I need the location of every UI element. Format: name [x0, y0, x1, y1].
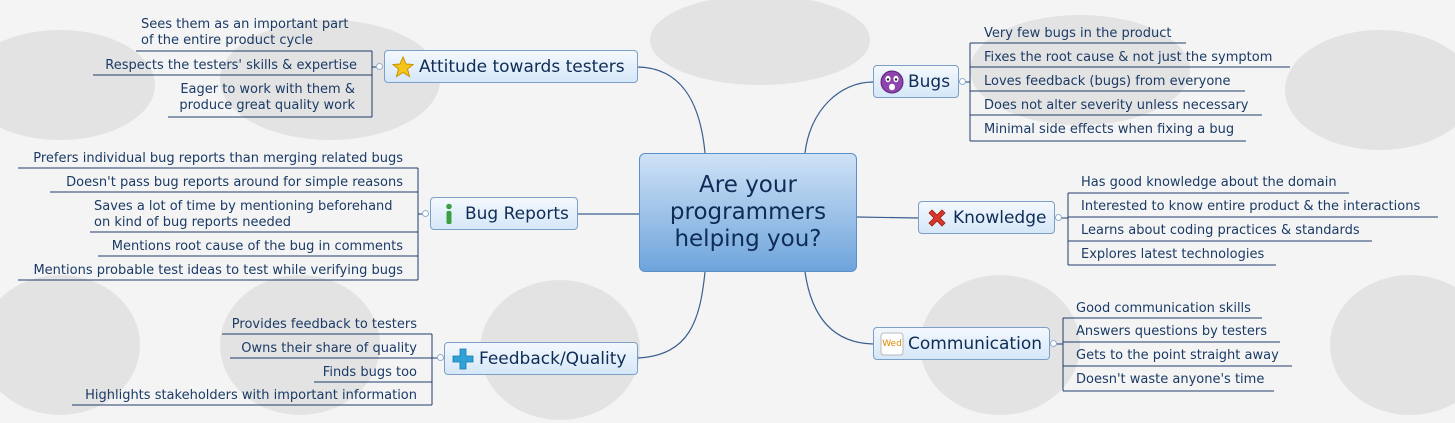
subtopic-item[interactable]: Doesn't pass bug reports around for simp…	[40, 175, 403, 191]
calendar-day-text: Wed	[882, 338, 902, 349]
subtopic-item[interactable]: Sees them as an important part of the en…	[141, 17, 349, 49]
subtopic-item[interactable]: Does not alter severity unless necessary	[984, 98, 1248, 114]
subtopic-item[interactable]: Interested to know entire product & the …	[1081, 199, 1420, 215]
topic-knowledge[interactable]: Knowledge	[918, 201, 1055, 234]
topic-label: Bug Reports	[465, 203, 569, 224]
subtopic-item[interactable]: Finds bugs too	[200, 365, 417, 381]
topic-label: Attitude towards testers	[419, 56, 625, 77]
subtopic-item[interactable]: Fixes the root cause & not just the symp…	[984, 50, 1272, 66]
subtopic-item[interactable]: Learns about coding practices & standard…	[1081, 223, 1360, 239]
subtopic-item[interactable]: Provides feedback to testers	[200, 317, 417, 333]
topic-feedback-quality[interactable]: Feedback/Quality	[444, 342, 638, 375]
subtopic-item[interactable]: Very few bugs in the product	[984, 26, 1172, 42]
subtopic-item[interactable]: Good communication skills	[1076, 301, 1251, 317]
star-icon	[391, 55, 415, 79]
subtopic-item[interactable]: Saves a lot of time by mentioning before…	[94, 199, 393, 231]
subtopic-item[interactable]: Highlights stakeholders with important i…	[60, 388, 417, 404]
subtopic-item[interactable]: Loves feedback (bugs) from everyone	[984, 74, 1231, 90]
collapse-knob[interactable]	[376, 63, 383, 70]
subtopic-item[interactable]: Gets to the point straight away	[1076, 348, 1279, 364]
collapse-knob[interactable]	[1050, 340, 1057, 347]
topic-bug-reports[interactable]: Bug Reports	[430, 197, 578, 230]
info-icon	[437, 202, 461, 226]
collapse-knob[interactable]	[1055, 214, 1062, 221]
central-topic[interactable]: Are your programmers helping you?	[639, 153, 857, 272]
plus-icon	[451, 347, 475, 371]
topic-label: Knowledge	[953, 207, 1047, 228]
subtopic-item[interactable]: Minimal side effects when fixing a bug	[984, 122, 1234, 138]
subtopic-item[interactable]: Eager to work with them & produce great …	[173, 82, 355, 114]
topic-label: Feedback/Quality	[479, 348, 627, 369]
collapse-knob[interactable]	[959, 78, 966, 85]
topic-label: Communication	[908, 333, 1042, 354]
shocked-face-icon	[880, 70, 904, 94]
collapse-knob[interactable]	[437, 354, 444, 361]
topic-label: Bugs	[908, 71, 951, 92]
topic-bugs[interactable]: Bugs	[873, 65, 959, 98]
subtopic-item[interactable]: Mentions probable test ideas to test whi…	[18, 263, 403, 279]
subtopic-item[interactable]: Respects the testers' skills & expertise	[97, 58, 357, 74]
subtopic-item[interactable]: Explores latest technologies	[1081, 247, 1264, 263]
subtopic-item[interactable]: Prefers individual bug reports than merg…	[18, 151, 403, 167]
calendar-wed-icon: Wed	[880, 332, 904, 356]
collapse-knob[interactable]	[422, 210, 429, 217]
subtopic-item[interactable]: Answers questions by testers	[1076, 324, 1267, 340]
cross-icon	[925, 206, 949, 230]
subtopic-item[interactable]: Doesn't waste anyone's time	[1076, 372, 1264, 388]
subtopic-item[interactable]: Owns their share of quality	[200, 341, 417, 357]
topic-attitude-towards-testers[interactable]: Attitude towards testers	[384, 50, 638, 83]
subtopic-item[interactable]: Has good knowledge about the domain	[1081, 175, 1337, 191]
topic-communication[interactable]: Wed Communication	[873, 327, 1050, 360]
subtopic-item[interactable]: Mentions root cause of the bug in commen…	[90, 239, 403, 255]
